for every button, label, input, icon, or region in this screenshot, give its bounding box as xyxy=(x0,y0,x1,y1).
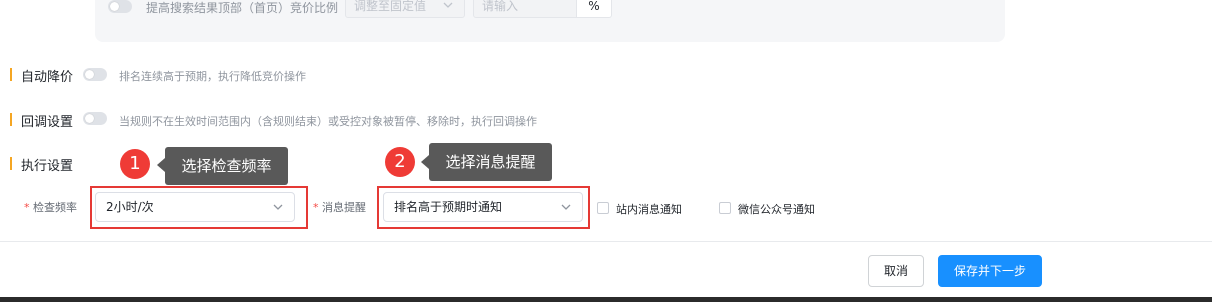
rollback-title: 回调设置 xyxy=(21,115,74,130)
check-frequency-label-text: 检查频率 xyxy=(33,201,77,214)
auto-reduce-desc: 排名连续高于预期，执行降低竞价操作 xyxy=(119,70,306,83)
adjust-mode-value: 调整至固定值 xyxy=(354,0,427,13)
wechat-label: 微信公众号通知 xyxy=(738,203,815,216)
section-accent-bar xyxy=(10,113,12,126)
section-accent-bar xyxy=(10,68,12,81)
message-alert-select[interactable]: 排名高于预期时通知 xyxy=(383,192,583,222)
ratio-placeholder: 请输入 xyxy=(482,0,519,13)
annotation-tooltip-2: 选择消息提醒 xyxy=(429,143,552,181)
tooltip-arrow xyxy=(157,158,165,172)
check-frequency-select[interactable]: 2小时/次 xyxy=(95,192,295,222)
message-alert-value: 排名高于预期时通知 xyxy=(394,200,503,214)
footer-divider xyxy=(0,241,1212,242)
auto-reduce-title: 自动降价 xyxy=(21,70,74,85)
required-mark: * xyxy=(24,201,33,214)
annotation-badge-1: 1 xyxy=(120,149,150,179)
bottom-edge-bar xyxy=(0,297,1212,302)
bid-ratio-label: 提高搜索结果顶部（首页）竞价比例 xyxy=(146,1,339,15)
chevron-down-icon xyxy=(443,2,453,8)
message-alert-label-text: 消息提醒 xyxy=(322,201,366,214)
wechat-checkbox[interactable] xyxy=(719,202,731,214)
site-message-checkbox[interactable] xyxy=(597,202,609,214)
execution-title: 执行设置 xyxy=(21,159,74,174)
percent-suffix: % xyxy=(577,0,612,18)
chevron-down-icon xyxy=(561,204,571,210)
tooltip-arrow xyxy=(421,155,429,169)
adjust-mode-select[interactable]: 调整至固定值 xyxy=(345,0,465,18)
site-message-label: 站内消息通知 xyxy=(616,203,682,216)
check-frequency-value: 2小时/次 xyxy=(106,200,154,214)
annotation-tooltip-1: 选择检查频率 xyxy=(165,147,288,185)
auto-reduce-toggle[interactable] xyxy=(83,68,107,81)
rollback-toggle[interactable] xyxy=(83,112,107,125)
save-next-button[interactable]: 保存并下一步 xyxy=(938,255,1042,287)
section-accent-bar xyxy=(10,157,12,170)
bid-ratio-toggle[interactable] xyxy=(108,0,132,13)
required-mark: * xyxy=(313,201,322,214)
check-frequency-label: * 检查频率 xyxy=(24,199,77,215)
ratio-input[interactable]: 请输入 xyxy=(473,0,577,18)
chevron-down-icon xyxy=(273,204,283,210)
cancel-button[interactable]: 取消 xyxy=(868,255,924,287)
annotation-badge-2: 2 xyxy=(385,147,415,177)
message-alert-label: * 消息提醒 xyxy=(313,199,366,215)
rollback-desc: 当规则不在生效时间范围内（含规则结束）或受控对象被暂停、移除时，执行回调操作 xyxy=(119,115,537,128)
